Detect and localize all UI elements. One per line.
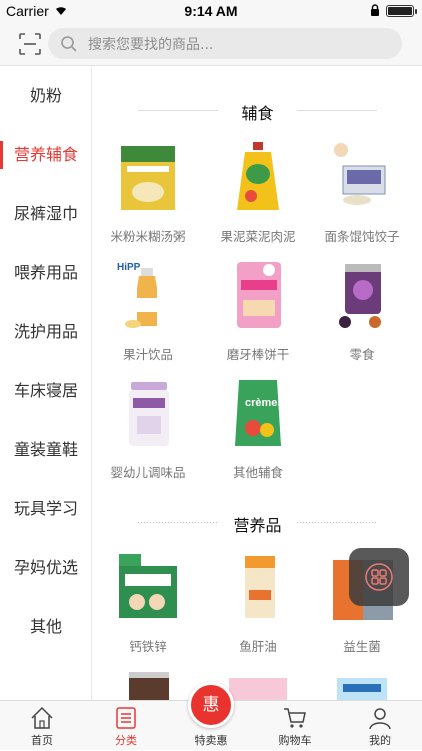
orientation-lock-icon (371, 4, 379, 16)
product-noodles[interactable]: 面条馄饨饺子 (313, 140, 411, 258)
category-icon (116, 707, 136, 729)
search-placeholder: 搜索您要找的商品... (88, 37, 214, 53)
svg-text:HiPP: HiPP (117, 262, 141, 273)
tab-label: 特卖惠 (194, 734, 228, 747)
product-rice-cereal[interactable]: 米粉米糊汤粥 (99, 140, 197, 258)
product-name: 其他辅食 (232, 465, 283, 480)
tab-home[interactable]: 首页 (0, 701, 84, 751)
product-name: 益生菌 (343, 639, 381, 654)
sidebar-item-diapers-wipes[interactable]: 尿裤湿巾 (0, 184, 92, 243)
tab-label: 购物车 (278, 734, 312, 747)
snack-jar-icon (339, 264, 381, 328)
sidebar-item-strollers-bedding[interactable]: 车床寝居 (0, 361, 92, 420)
product-name: 鱼肝油 (239, 639, 277, 654)
product-name: 米粉米糊汤粥 (110, 229, 186, 244)
sidebar-item-feeding[interactable]: 喂养用品 (0, 243, 92, 302)
product-name: 婴幼儿调味品 (110, 465, 186, 480)
grid-icon (365, 563, 393, 591)
home-icon (31, 706, 53, 729)
product-name: 面条馄饨饺子 (324, 229, 400, 244)
tab-category[interactable]: 分类 (84, 701, 168, 751)
search-icon (61, 36, 77, 52)
product-box-icon (337, 678, 387, 700)
profile-icon (369, 708, 391, 730)
scan-icon[interactable] (18, 32, 42, 56)
battery-icon (386, 5, 417, 17)
calcium-box-icon (119, 554, 177, 618)
tab-label: 分类 (115, 734, 137, 747)
rice-cereal-box-icon (121, 146, 175, 210)
tab-cart[interactable]: 购物车 (253, 701, 337, 751)
section-title-complementary-food: 辅食 (93, 96, 422, 126)
product-name: 果泥菜泥肉泥 (220, 229, 296, 244)
product-snacks[interactable]: 零食 (313, 258, 411, 376)
svg-text:crèmes: crèmes (245, 397, 284, 409)
product-calcium-iron-zinc[interactable]: 钙铁锌 (99, 550, 197, 668)
product-fish-oil[interactable]: 鱼肝油 (209, 550, 307, 668)
sidebar-item-bath-care[interactable]: 洗护用品 (0, 302, 92, 361)
sidebar-item-kids-clothing[interactable]: 童装童鞋 (0, 420, 92, 479)
fish-oil-box-icon (245, 556, 275, 618)
product-partial-3[interactable] (313, 668, 411, 700)
product-box-icon (229, 678, 287, 700)
product-name: 磨牙棒饼干 (226, 347, 290, 362)
clock: 9:14 AM (184, 3, 238, 19)
product-other-food[interactable]: crèmes 其他辅食 (209, 376, 307, 494)
sidebar-item-milk-powder[interactable]: 奶粉 (0, 66, 92, 125)
product-teething-biscuit[interactable]: 磨牙棒饼干 (209, 258, 307, 376)
product-name: 果汁饮品 (122, 347, 173, 362)
tab-label: 首页 (31, 734, 53, 747)
cremes-pouch-icon: crèmes (235, 380, 284, 446)
tab-label: 我的 (369, 734, 391, 747)
sidebar-item-nutrition-food[interactable]: 营养辅食 (0, 125, 92, 184)
noodle-box-icon (334, 143, 386, 205)
search-input[interactable]: 搜索您要找的商品... (48, 28, 402, 59)
search-header: 搜索您要找的商品... (0, 22, 422, 66)
product-box-icon (129, 672, 169, 700)
puree-pouch-icon (237, 142, 279, 210)
product-name: 钙铁锌 (129, 639, 167, 654)
sidebar-item-toys-learning[interactable]: 玩具学习 (0, 479, 92, 538)
cart-icon (284, 708, 306, 728)
teething-biscuit-bag-icon (237, 262, 281, 328)
juice-bottle-icon: HiPP (117, 262, 157, 328)
sidebar-item-maternity[interactable]: 孕妈优选 (0, 538, 92, 597)
product-name: 零食 (349, 347, 375, 362)
tab-profile[interactable]: 我的 (338, 701, 422, 751)
product-juice[interactable]: HiPP 果汁饮品 (99, 258, 197, 376)
product-seasoning[interactable]: 婴幼儿调味品 (99, 376, 197, 494)
floating-menu-button[interactable] (349, 548, 409, 606)
section-title-nutrition: 营养品 (93, 508, 422, 538)
sidebar-item-other[interactable]: 其他 (0, 597, 92, 656)
category-sidebar: 奶粉 营养辅食 尿裤湿巾 喂养用品 洗护用品 车床寝居 童装童鞋 玩具学习 孕妈… (0, 66, 92, 700)
status-bar: Carrier 9:14 AM (0, 0, 422, 22)
product-puree[interactable]: 果泥菜泥肉泥 (209, 140, 307, 258)
special-sale-icon[interactable]: 惠 (188, 682, 234, 728)
seasoning-can-icon (129, 382, 169, 446)
product-partial-1[interactable] (99, 668, 197, 700)
